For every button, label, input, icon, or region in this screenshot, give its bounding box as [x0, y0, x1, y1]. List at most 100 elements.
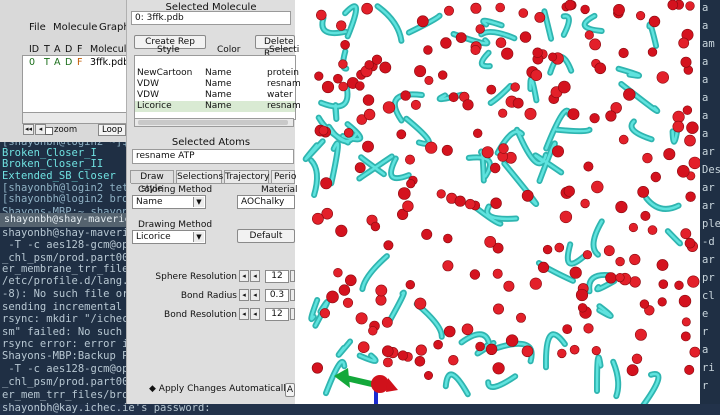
- rep-selection: protein: [267, 68, 299, 78]
- col-style: Style: [157, 45, 180, 55]
- selected-atoms-label: Selected Atoms: [171, 137, 251, 148]
- rep-row[interactable]: VDW Name resnam: [135, 79, 301, 90]
- coloring-method-value: Name: [136, 197, 163, 207]
- coloring-method-label: Coloring Method: [138, 185, 213, 195]
- rep-row-selected[interactable]: Licorice Name resnam: [135, 101, 301, 112]
- col-id: ID: [29, 44, 40, 55]
- tab-draw-style[interactable]: Draw style: [130, 170, 174, 194]
- coloring-method-select[interactable]: Name ▼: [132, 195, 206, 209]
- decrement-fast-button[interactable]: ◂: [239, 289, 249, 301]
- drawing-method-label: Drawing Method: [138, 220, 213, 230]
- default-button[interactable]: Default: [237, 229, 295, 243]
- increment-button[interactable]: [290, 270, 295, 282]
- rep-table-scrollbar[interactable]: [134, 118, 294, 127]
- selected-atoms-input[interactable]: resname ATP: [132, 149, 294, 164]
- terminal-line: a: [702, 128, 709, 140]
- bond-radius-input[interactable]: 0.3: [265, 289, 289, 302]
- molecule-row[interactable]: 0 T A D F 3ffk.pdb: [24, 57, 130, 69]
- axes-indicator: [334, 368, 398, 404]
- tab-periodic[interactable]: Perio: [271, 170, 296, 183]
- rep-color: Name: [205, 68, 232, 78]
- terminal-line: a: [702, 20, 709, 32]
- frame-slider[interactable]: [22, 112, 128, 124]
- molecule-select[interactable]: 0: 3ffk.pdb: [131, 11, 291, 25]
- rep-color: Name: [205, 90, 232, 100]
- vmd-menubar: File Molecule Graphi: [0, 19, 132, 37]
- decrement-fast-button[interactable]: ◂: [239, 308, 249, 320]
- chevron-down-icon: ▼: [193, 197, 204, 207]
- terminal-line: a: [702, 56, 709, 68]
- mol-id: 0: [29, 57, 36, 68]
- rewind-button[interactable]: ◂◂: [23, 124, 34, 135]
- rep-row[interactable]: VDW Name water: [135, 90, 295, 101]
- decrement-button[interactable]: ◂: [250, 270, 260, 282]
- col-color: Color: [217, 45, 241, 55]
- increment-button[interactable]: [290, 289, 295, 301]
- graphical-representations-window[interactable]: Selected Molecule 0: 3ffk.pdb Create Rep…: [126, 0, 301, 404]
- mol-active[interactable]: A: [54, 57, 61, 68]
- right-terminal-strip[interactable]: aaamaaaaaarDeskararple-darprclerarir: [700, 0, 720, 404]
- scrollbar-thumb[interactable]: [138, 120, 288, 125]
- rep-color: Name: [205, 101, 232, 111]
- menu-file[interactable]: File: [29, 22, 46, 33]
- mol-fixed[interactable]: F: [77, 57, 82, 68]
- material-select[interactable]: AOChalky: [237, 195, 295, 209]
- material-label: Material: [261, 185, 298, 195]
- terminal-line: a: [702, 74, 709, 86]
- col-d: D: [65, 44, 73, 55]
- loop-select[interactable]: Loop: [98, 124, 126, 136]
- terminal-line: ple: [702, 218, 720, 230]
- rep-style: NewCartoon: [137, 68, 193, 78]
- zoom-checkbox[interactable]: [45, 127, 53, 135]
- drawing-method-select[interactable]: Licorice ▼: [132, 230, 206, 244]
- drawing-method-value: Licorice: [136, 232, 171, 242]
- apply-auto-label: Apply Changes Automatically: [158, 384, 292, 394]
- mol-name: 3ffk.pdb: [90, 57, 130, 68]
- terminal-line: -d: [702, 236, 715, 248]
- terminal-line: cl: [702, 290, 715, 302]
- col-a: A: [54, 44, 61, 55]
- terminal-line: r: [702, 326, 709, 338]
- bond-radius-label: Bond Radius: [180, 291, 237, 301]
- zoom-label: zoom: [54, 125, 78, 135]
- rep-style: VDW: [137, 79, 159, 89]
- increment-button[interactable]: [290, 308, 295, 320]
- apply-auto-toggle[interactable]: ◆ Apply Changes Automatically: [149, 384, 291, 394]
- mol-top[interactable]: T: [44, 57, 50, 68]
- col-selection: Selecti: [269, 45, 300, 55]
- bond-resolution-label: Bond Resolution: [164, 310, 237, 320]
- vmd-main-window[interactable]: File Molecule Graphi ID T A D F Molecule…: [0, 0, 132, 142]
- terminal-line: a: [702, 92, 709, 104]
- terminal-line: r: [702, 380, 709, 392]
- diamond-icon: ◆: [149, 384, 156, 394]
- decrement-button[interactable]: ◂: [250, 289, 260, 301]
- terminal-line: Desk: [702, 164, 720, 176]
- molecule-display[interactable]: [294, 0, 700, 404]
- rep-table[interactable]: NewCartoon Name protein VDW Name resnam …: [134, 55, 301, 120]
- apply-button[interactable]: A: [285, 383, 295, 397]
- rep-row[interactable]: NewCartoon Name protein: [135, 68, 299, 79]
- rep-style: VDW: [137, 90, 159, 100]
- tab-selections[interactable]: Selections: [176, 170, 223, 183]
- terminal-line: a: [702, 110, 709, 122]
- sphere-resolution-input[interactable]: 12: [265, 270, 289, 283]
- tab-trajectory[interactable]: Trajectory: [224, 170, 269, 183]
- terminal-line: ar: [702, 146, 715, 158]
- col-t: T: [44, 44, 50, 55]
- terminal-line: ar: [702, 182, 715, 194]
- rep-color: Name: [205, 79, 232, 89]
- terminal-line: a: [702, 344, 709, 356]
- chevron-down-icon: ▼: [193, 232, 204, 242]
- sphere-resolution-label: Sphere Resolution: [155, 272, 237, 282]
- terminal-line: am: [702, 38, 715, 50]
- col-f: F: [77, 44, 83, 55]
- decrement-button[interactable]: ◂: [250, 308, 260, 320]
- terminal-line: a: [702, 2, 709, 14]
- bond-resolution-input[interactable]: 12: [265, 308, 289, 321]
- rep-selection: water: [267, 90, 293, 100]
- rep-selection: resnam: [267, 79, 301, 89]
- mol-drawn[interactable]: D: [65, 57, 72, 68]
- menu-molecule[interactable]: Molecule: [53, 22, 97, 33]
- decrement-fast-button[interactable]: ◂: [239, 270, 249, 282]
- terminal-line: ri: [702, 362, 715, 374]
